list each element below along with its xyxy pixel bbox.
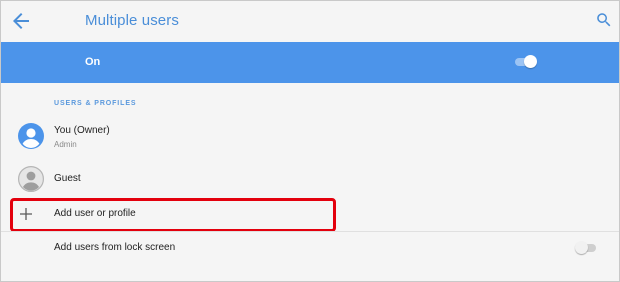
- user-name: Guest: [54, 173, 81, 184]
- toggle-thumb: [524, 55, 537, 68]
- search-icon: [597, 13, 611, 27]
- guest-avatar-icon: [18, 166, 44, 192]
- back-button[interactable]: [9, 9, 33, 33]
- toggle-thumb: [575, 241, 588, 254]
- user-row-guest[interactable]: Guest: [1, 161, 619, 195]
- divider: [1, 231, 619, 232]
- search-button[interactable]: [595, 11, 613, 29]
- lock-screen-users-label: Add users from lock screen: [54, 242, 176, 253]
- toolbar: Multiple users: [1, 1, 619, 41]
- highlight-annotation-box: [10, 198, 336, 232]
- master-toggle-switch[interactable]: [513, 54, 539, 70]
- user-role: Admin: [54, 140, 77, 149]
- page-title: Multiple users: [85, 12, 179, 29]
- arrow-left-icon: [13, 13, 29, 29]
- lock-screen-users-row[interactable]: Add users from lock screen: [1, 233, 619, 263]
- master-switch-bar[interactable]: On: [1, 42, 619, 83]
- lock-screen-toggle-switch[interactable]: [575, 240, 599, 256]
- account-circle-icon: [18, 123, 44, 149]
- master-switch-label: On: [85, 56, 101, 68]
- user-row-owner[interactable]: You (Owner) Admin: [1, 119, 619, 155]
- settings-window: Multiple users On USERS & PROFILES You (…: [0, 0, 620, 282]
- section-header: USERS & PROFILES: [54, 100, 137, 107]
- user-name: You (Owner): [54, 125, 110, 136]
